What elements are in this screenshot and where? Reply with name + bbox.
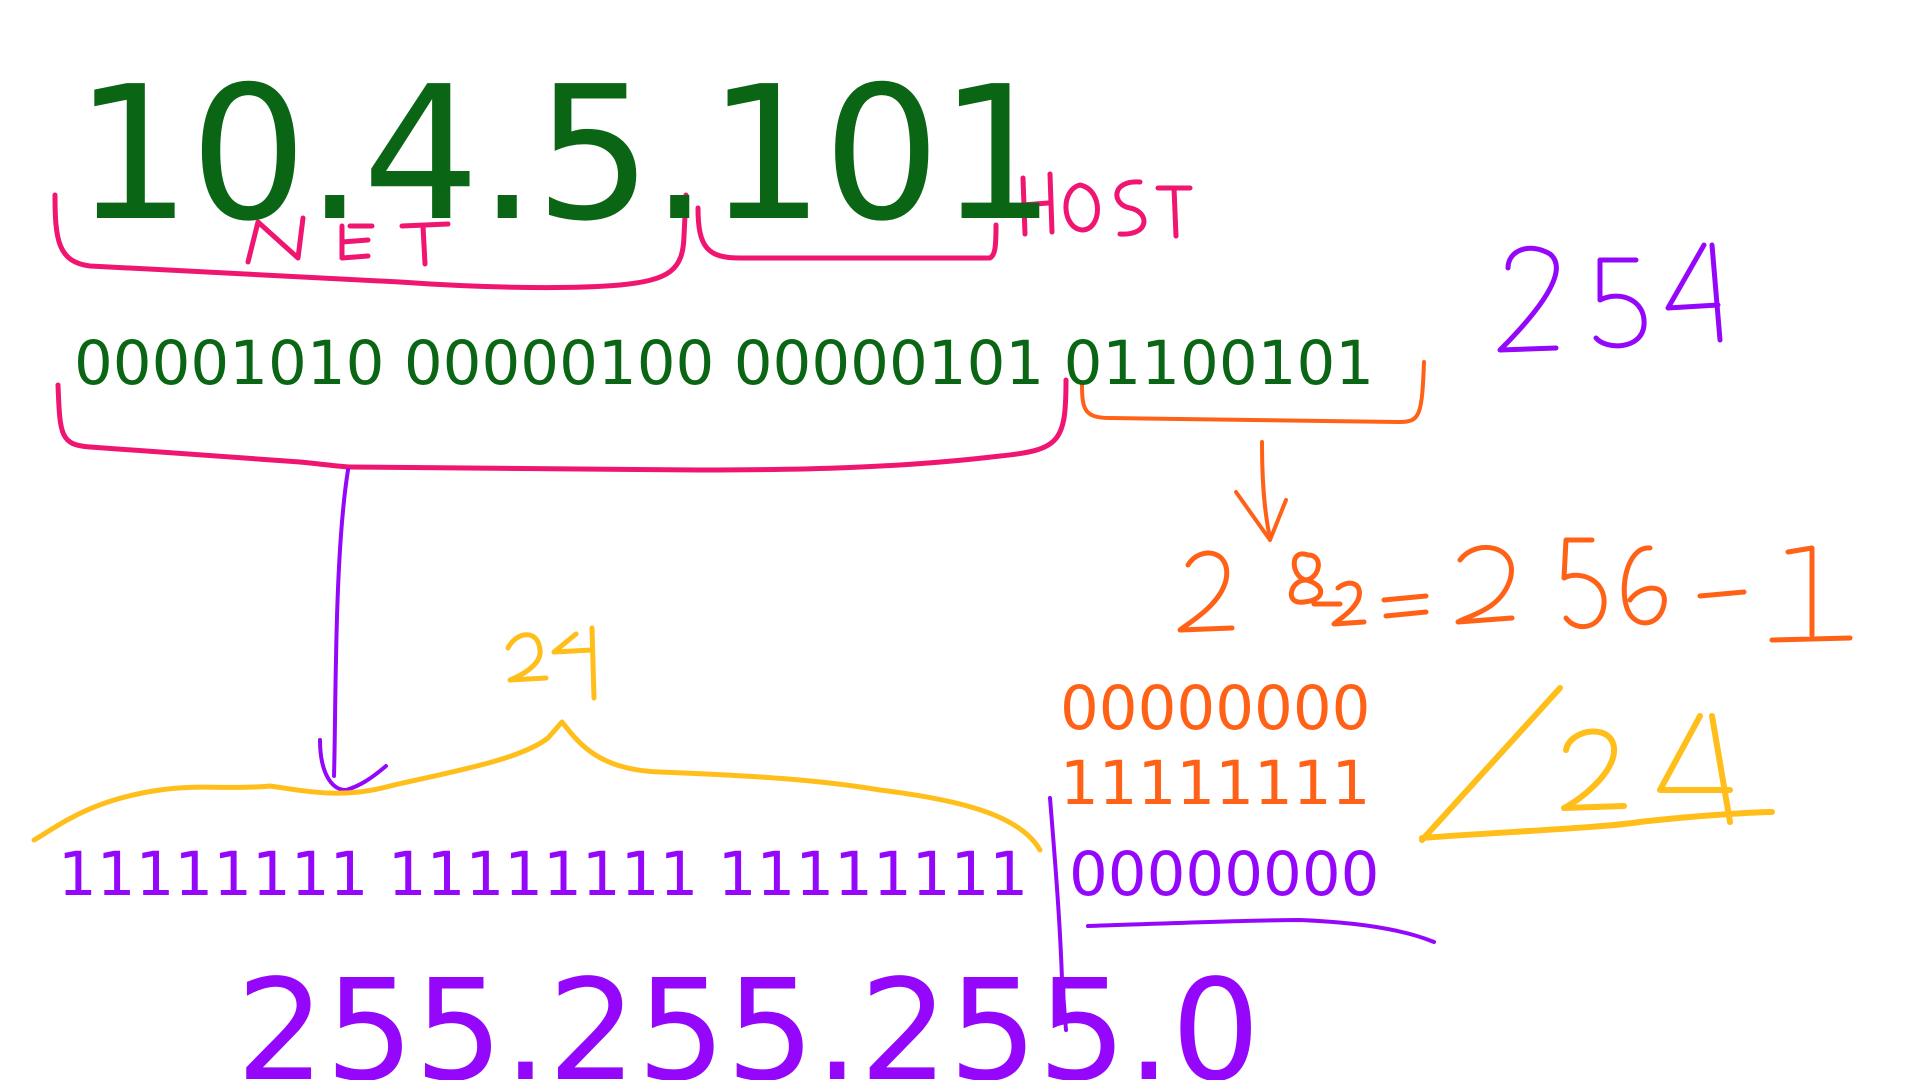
host-arrow (1234, 440, 1288, 542)
mask-octet-underline (1086, 918, 1436, 944)
bit-count-brace (31, 719, 1043, 853)
ip-binary: 00001010 00000100 00000101 01100101 (74, 328, 1375, 399)
host-octet-ones: 11111111 (1060, 748, 1371, 819)
power-formula-drawing (1177, 537, 1853, 643)
mask-binary: 11111111 11111111 11111111 (58, 839, 1029, 910)
whiteboard-canvas: 10.4.5.101 00001010 00000100 00000101 01… (0, 0, 1920, 1080)
mask-last-octet: 00000000 (1069, 839, 1380, 910)
mask-dotted: 255.255.255.0 (236, 950, 1261, 1080)
hosts-count-drawing (1497, 242, 1723, 353)
mask-slash-drawing (1419, 685, 1775, 843)
net-to-mask-arrow (318, 468, 388, 792)
mask-bits-drawing (505, 625, 597, 701)
host-octet-zeros: 00000000 (1060, 673, 1371, 744)
ip-address: 10.4.5.101 (74, 46, 1056, 262)
